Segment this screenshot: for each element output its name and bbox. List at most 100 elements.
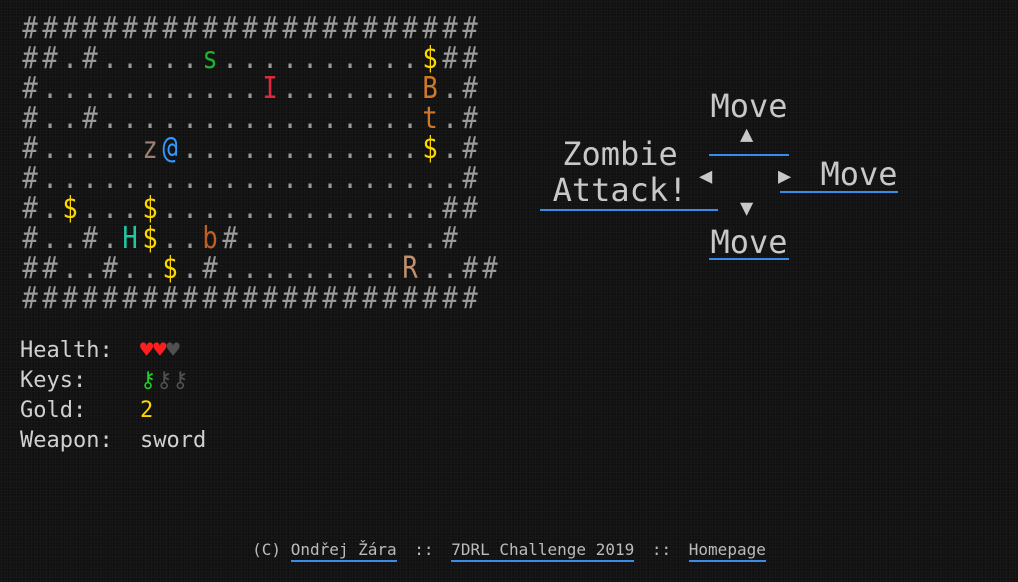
move-down-button[interactable]: Move: [706, 224, 792, 260]
floor-tile: .: [442, 251, 458, 286]
bat-glyph: B: [422, 71, 438, 106]
wall-tile: #: [462, 161, 478, 196]
floor-tile: .: [142, 41, 158, 76]
floor-tile: .: [162, 221, 178, 256]
wall-tile: #: [462, 71, 478, 106]
wall-tile: #: [22, 281, 38, 316]
floor-tile: .: [222, 131, 238, 166]
floor-tile: .: [302, 161, 318, 196]
move-right-button[interactable]: Move: [816, 156, 902, 192]
zombie-attack-button[interactable]: Zombie Attack!: [540, 136, 700, 208]
floor-tile: .: [442, 161, 458, 196]
floor-tile: .: [402, 161, 418, 196]
floor-tile: .: [42, 161, 58, 196]
move-down-label: Move: [710, 223, 788, 261]
floor-tile: .: [82, 131, 98, 166]
floor-tile: .: [382, 161, 398, 196]
wall-tile: #: [42, 41, 58, 76]
floor-tile: .: [162, 41, 178, 76]
wall-tile: #: [462, 251, 478, 286]
floor-tile: .: [302, 221, 318, 256]
arrow-left-icon[interactable]: ◀: [699, 166, 712, 188]
wall-tile: #: [202, 281, 218, 316]
floor-tile: .: [122, 131, 138, 166]
wall-tile: #: [402, 11, 418, 46]
floor-tile: .: [282, 191, 298, 226]
heart-empty-icon: ♥: [166, 338, 180, 363]
floor-tile: .: [222, 161, 238, 196]
floor-tile: .: [382, 131, 398, 166]
floor-tile: .: [122, 251, 138, 286]
floor-tile: .: [362, 191, 378, 226]
floor-tile: .: [302, 41, 318, 76]
gold-glyph: $: [422, 41, 438, 76]
game-map: # # # # # # # # # # # # # # # # # # # # # # # # #. #..... s.......…: [20, 14, 500, 314]
floor-tile: .: [282, 101, 298, 136]
floor-tile: .: [362, 221, 378, 256]
wall-tile: #: [362, 281, 378, 316]
arrow-down-icon[interactable]: ▼: [740, 198, 753, 220]
floor-tile: .: [222, 101, 238, 136]
floor-tile: .: [402, 41, 418, 76]
floor-tile: .: [182, 191, 198, 226]
wall-tile: #: [342, 281, 358, 316]
wall-tile: #: [242, 11, 258, 46]
challenge-link[interactable]: 7DRL Challenge 2019: [451, 540, 635, 562]
floor-tile: .: [422, 251, 438, 286]
floor-tile: .: [42, 191, 58, 226]
wall-tile: #: [22, 191, 38, 226]
arrow-right-icon[interactable]: ▶: [778, 166, 791, 188]
player-glyph: @: [162, 131, 178, 166]
wall-tile: #: [382, 281, 398, 316]
floor-tile: .: [322, 221, 338, 256]
floor-tile: .: [222, 191, 238, 226]
floor-tile: .: [262, 131, 278, 166]
floor-tile: .: [62, 161, 78, 196]
key-owned-icon: ⚷: [140, 368, 157, 393]
floor-tile: .: [442, 131, 458, 166]
floor-tile: .: [242, 161, 258, 196]
wall-tile: #: [222, 281, 238, 316]
floor-tile: .: [242, 221, 258, 256]
health-row: Health: ♥♥♥: [20, 336, 206, 366]
floor-tile: .: [442, 71, 458, 106]
floor-tile: .: [342, 71, 358, 106]
wall-tile: #: [102, 281, 118, 316]
wall-tile: #: [482, 251, 498, 286]
floor-tile: .: [182, 161, 198, 196]
floor-tile: .: [102, 131, 118, 166]
floor-tile: .: [282, 161, 298, 196]
floor-tile: .: [202, 71, 218, 106]
author-link[interactable]: Ondřej Žára: [290, 540, 397, 562]
floor-tile: .: [122, 101, 138, 136]
floor-tile: .: [122, 161, 138, 196]
floor-tile: .: [322, 161, 338, 196]
wall-tile: #: [62, 11, 78, 46]
weapon-label: Weapon:: [20, 428, 113, 453]
move-up-underline: [709, 154, 789, 156]
beetle-glyph: b: [202, 221, 218, 256]
wall-tile: #: [62, 281, 78, 316]
key-missing-icon: ⚷⚷: [156, 368, 189, 393]
wall-tile: #: [222, 11, 238, 46]
wall-tile: #: [42, 251, 58, 286]
move-up-button[interactable]: Move: [706, 88, 792, 124]
wall-tile: #: [462, 11, 478, 46]
wall-tile: #: [122, 11, 138, 46]
map-row: # # # # # # # # # # # # # # # # # # # # # # #: [20, 14, 500, 44]
copyright-text: (C): [252, 540, 282, 559]
map-row: #........... I....... B. #: [20, 74, 500, 104]
wall-tile: #: [162, 281, 178, 316]
map-row: #.. #................ t. #: [20, 104, 500, 134]
floor-tile: .: [42, 71, 58, 106]
floor-tile: .: [242, 191, 258, 226]
floor-tile: .: [62, 221, 78, 256]
floor-tile: .: [342, 191, 358, 226]
floor-tile: .: [242, 101, 258, 136]
wall-tile: #: [102, 11, 118, 46]
homepage-link[interactable]: Homepage: [688, 540, 766, 562]
arrow-up-icon[interactable]: ▲: [740, 124, 753, 146]
floor-tile: .: [42, 221, 58, 256]
floor-tile: .: [162, 161, 178, 196]
floor-tile: .: [82, 161, 98, 196]
